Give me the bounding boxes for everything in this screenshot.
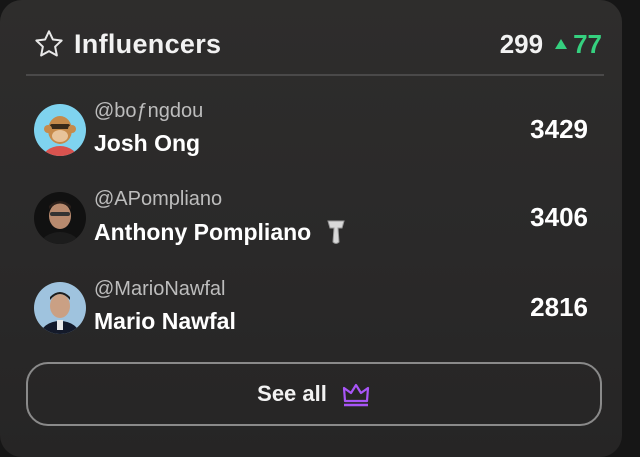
influencer-handle[interactable]: @MarioNawfal xyxy=(94,278,225,301)
influencer-name-label: Josh Ong xyxy=(94,130,201,156)
influencer-name[interactable]: Mario Nawfal xyxy=(94,308,236,335)
influencer-score: 3429 xyxy=(530,114,588,144)
crown-icon xyxy=(341,381,371,407)
star-icon xyxy=(32,27,66,61)
influencer-delta: 77 xyxy=(555,29,602,60)
portrait-avatar-icon xyxy=(34,282,86,334)
influencer-total: 299 xyxy=(499,28,544,59)
avatar xyxy=(34,282,86,334)
card-header: Influencers 299 77 xyxy=(32,26,602,62)
delta-value: 77 xyxy=(573,28,602,59)
influencer-name-label: Mario Nawfal xyxy=(94,308,236,334)
avatar xyxy=(34,104,86,156)
silver-badge-icon xyxy=(325,218,347,246)
ape-avatar-icon xyxy=(34,104,86,156)
influencer-handle[interactable]: @APompliano xyxy=(94,188,222,211)
triangle-up-icon xyxy=(555,39,568,49)
influencer-name-label: Anthony Pompliano xyxy=(94,218,312,245)
influencer-score: 2816 xyxy=(530,292,588,322)
influencer-row[interactable]: @MarioNawfal Mario Nawfal 2816 xyxy=(34,278,594,338)
influencer-row[interactable]: @APompliano Anthony Pompliano 3406 xyxy=(34,188,594,248)
influencer-name[interactable]: Josh Ong xyxy=(94,130,200,157)
see-all-label: See all xyxy=(257,381,327,406)
influencer-handle[interactable]: @boƒngdou xyxy=(94,100,203,123)
influencer-row[interactable]: @boƒngdou Josh Ong 3429 xyxy=(34,100,594,160)
influencer-name[interactable]: Anthony Pompliano xyxy=(94,218,347,246)
see-all-button[interactable]: See all xyxy=(26,362,602,426)
header-divider xyxy=(26,74,604,76)
avatar xyxy=(34,192,86,244)
card-title: Influencers xyxy=(74,28,222,59)
influencer-score: 3406 xyxy=(530,202,588,232)
influencers-card: Influencers 299 77 @boƒngdou Josh Ong 34… xyxy=(0,0,622,457)
header-stats: 299 77 xyxy=(500,29,602,60)
portrait-avatar-icon xyxy=(34,192,86,244)
